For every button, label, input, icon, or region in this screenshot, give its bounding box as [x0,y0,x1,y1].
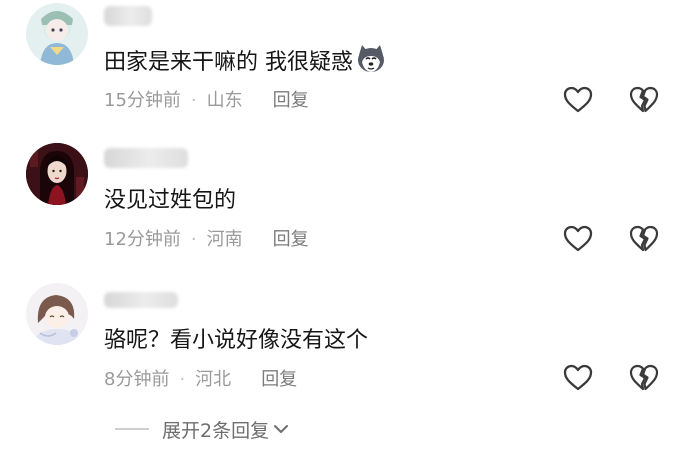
comment-time: 8分钟前 [104,369,170,390]
comment-location: 河南 [206,229,243,250]
username-blurred[interactable] [104,6,152,26]
comment-text-content: 田家是来干嘛的 我很疑惑 [104,50,353,75]
comment-meta: 15分钟前 · 山东 回复 [104,89,309,113]
avatar[interactable] [26,143,88,205]
husky-dog-emoji-icon [355,44,387,74]
username-blurred[interactable] [104,292,178,308]
heart-outline-icon [563,225,593,252]
meta-separator: · [179,369,186,390]
reply-button[interactable]: 回复 [273,90,309,111]
expand-replies-label: 展开2条回复 [162,419,270,442]
heart-outline-icon [563,364,593,391]
dislike-button[interactable] [628,223,660,255]
reply-button[interactable]: 回复 [273,229,309,250]
broken-heart-outline-icon [629,225,659,252]
reply-button[interactable]: 回复 [261,369,297,390]
heart-outline-icon [563,86,593,113]
comment-location: 山东 [206,90,243,111]
meta-separator: · [190,90,197,111]
avatar[interactable] [26,283,88,345]
comment-meta: 8分钟前 · 河北 回复 [104,368,297,392]
like-button[interactable] [562,362,594,394]
broken-heart-outline-icon [629,86,659,113]
comment-time: 12分钟前 [104,229,181,250]
comment-item: 骆呢？看小说好像没有这个 8分钟前 · 河北 回复 [0,280,690,420]
comment-list: 田家是来干嘛的 我很疑惑 15分钟前 · 山东 回复 没见过姓包的 12分钟前 … [0,0,690,459]
avatar[interactable] [26,3,88,65]
comment-text: 没见过姓包的 [104,188,237,213]
comment-location: 河北 [195,369,232,390]
comment-text: 田家是来干嘛的 我很疑惑 [104,44,387,78]
comment-item: 没见过姓包的 12分钟前 · 河南 回复 [0,140,690,280]
comment-text: 骆呢？看小说好像没有这个 [104,328,369,353]
comment-item: 田家是来干嘛的 我很疑惑 15分钟前 · 山东 回复 [0,0,690,140]
comment-meta: 12分钟前 · 河南 回复 [104,228,309,252]
broken-heart-outline-icon [629,364,659,391]
username-blurred[interactable] [104,148,188,168]
like-button[interactable] [562,84,594,116]
expand-divider [115,428,149,430]
expand-replies-button[interactable]: 展开2条回复 [115,414,290,444]
comment-time: 15分钟前 [104,90,181,111]
meta-separator: · [190,229,197,250]
like-button[interactable] [562,223,594,255]
chevron-down-icon [274,425,289,433]
dislike-button[interactable] [628,84,660,116]
dislike-button[interactable] [628,362,660,394]
